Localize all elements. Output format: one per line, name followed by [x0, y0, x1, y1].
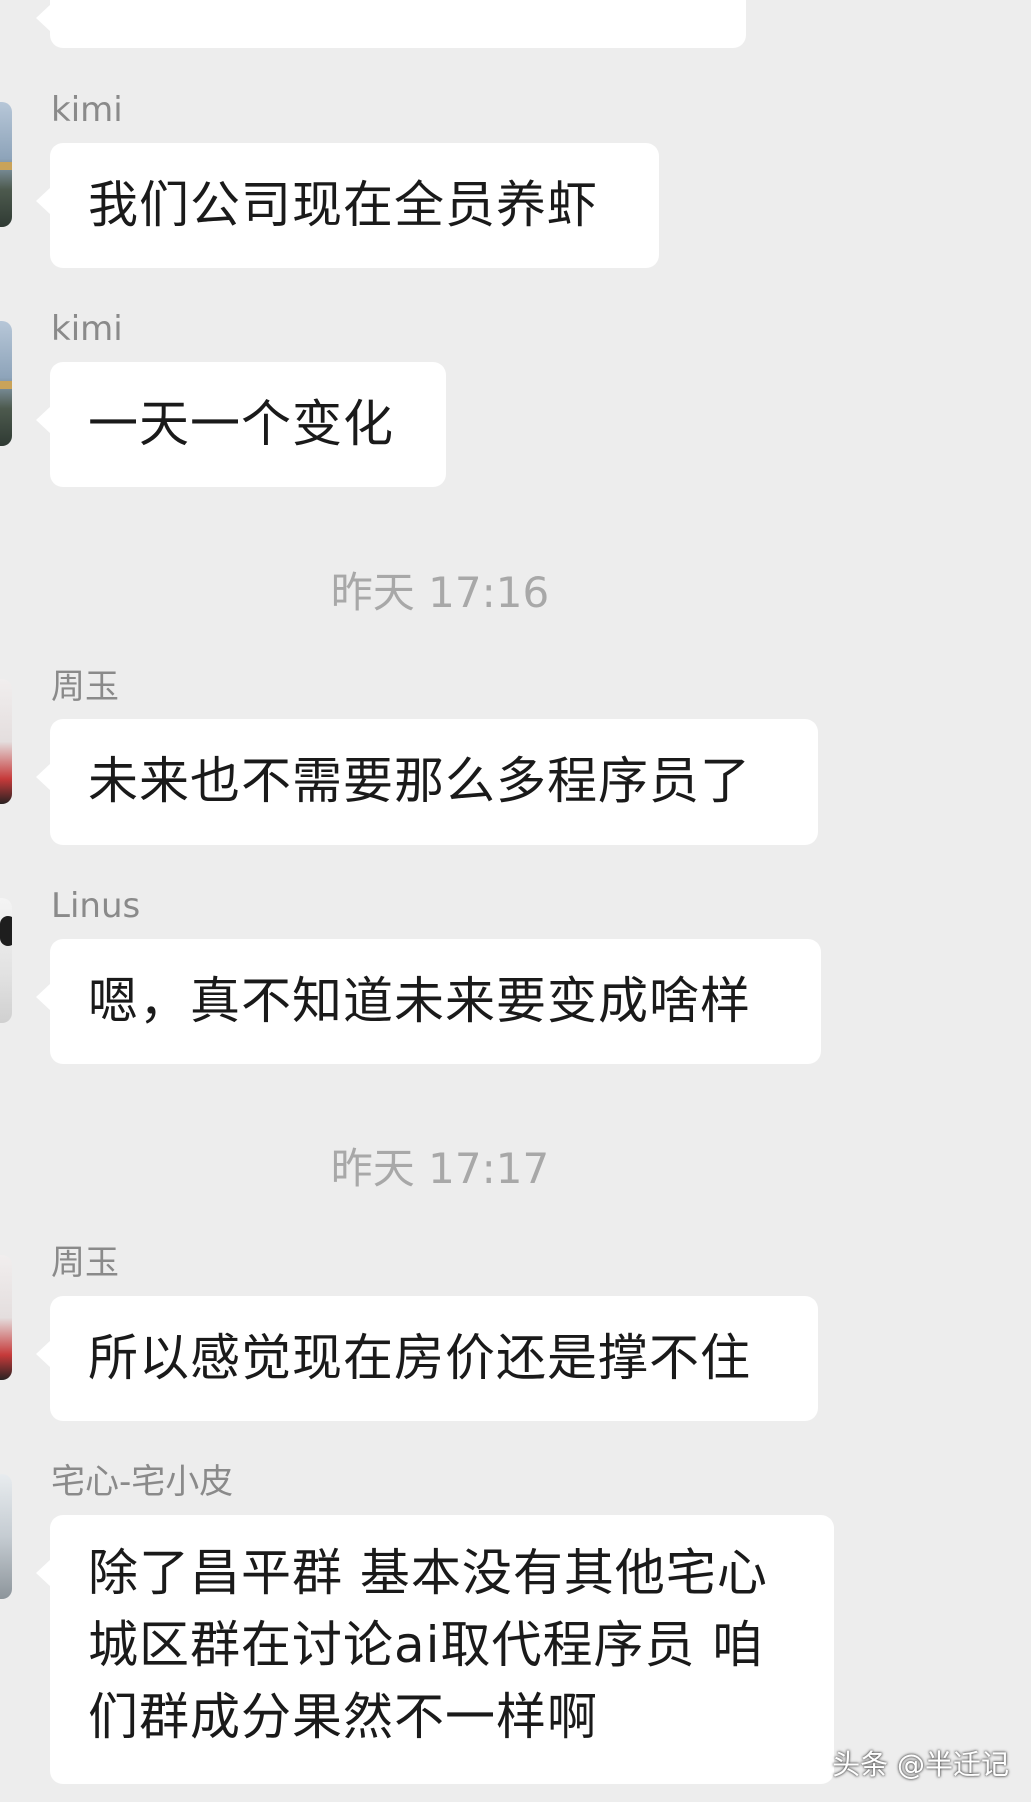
- sender-name: 周玉: [51, 1243, 119, 1283]
- message-text: 未来也不需要那么多程序员了: [88, 752, 751, 810]
- message-bubble[interactable]: 未来也不需要那么多程序员了: [36, 719, 818, 845]
- sender-name: 宅心-宅小皮: [51, 1462, 234, 1502]
- message-text: 我们公司现在全员养虾: [88, 176, 598, 234]
- avatar[interactable]: [0, 898, 12, 1023]
- message-text: 所以感觉现在房价还是撑不住: [88, 1329, 751, 1387]
- message-bubble[interactable]: 除了昌平群 基本没有其他宅心城区群在讨论ai取代程序员 咱们群成分果然不一样啊: [36, 1515, 834, 1784]
- message-bubble[interactable]: 一天一个变化: [36, 362, 446, 487]
- chat-history[interactable]: kimi 我们公司现在全员养虾 kimi 一天一个变化 昨天 17:16 周玉 …: [0, 0, 1031, 1802]
- avatar[interactable]: [0, 679, 12, 804]
- message-bubble[interactable]: 我们公司现在全员养虾: [36, 143, 659, 268]
- avatar[interactable]: [0, 1474, 12, 1599]
- timestamp: 昨天 17:16: [330, 568, 550, 617]
- timestamp: 昨天 17:17: [330, 1144, 550, 1193]
- message-text: 嗯，真不知道未来要变成啥样: [88, 972, 751, 1030]
- message-bubble[interactable]: 所以感觉现在房价还是撑不住: [36, 1296, 818, 1421]
- message-text: 除了昌平群 基本没有其他宅心城区群在讨论ai取代程序员 咱们群成分果然不一样啊: [88, 1544, 768, 1746]
- sender-name: Linus: [51, 886, 141, 926]
- message-text: 一天一个变化: [88, 395, 394, 453]
- watermark: 头条 @半迁记: [832, 1748, 1009, 1781]
- avatar[interactable]: [0, 1255, 12, 1380]
- sender-name: kimi: [51, 90, 123, 130]
- avatar[interactable]: [0, 102, 12, 227]
- avatar[interactable]: [0, 321, 12, 446]
- sender-name: kimi: [51, 309, 123, 349]
- message-bubble[interactable]: 嗯，真不知道未来要变成啥样: [36, 939, 821, 1064]
- sender-name: 周玉: [51, 667, 119, 707]
- message-bubble[interactable]: [36, 0, 746, 48]
